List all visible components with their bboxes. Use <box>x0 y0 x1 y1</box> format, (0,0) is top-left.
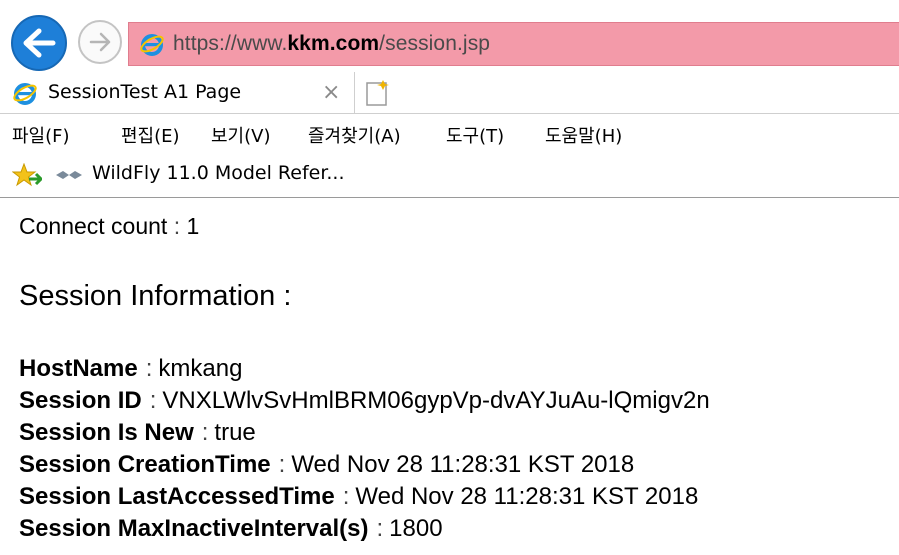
field-label: Session CreationTime <box>19 451 271 478</box>
field-label: Session LastAccessedTime <box>19 483 335 510</box>
field-label: HostName <box>19 355 138 382</box>
favorites-bar: WildFly 11.0 Model Refer... <box>0 152 899 198</box>
back-button[interactable] <box>11 15 67 71</box>
new-tab-icon[interactable] <box>362 78 392 108</box>
info-row-hostname: HostName: kmkang <box>19 355 242 383</box>
wildfly-icon <box>56 171 82 179</box>
tab-strip: SessionTest A1 Page × <box>0 72 899 114</box>
forward-button[interactable] <box>78 20 122 64</box>
field-value: Wed Nov 28 11:28:31 KST 2018 <box>291 451 635 478</box>
menu-help[interactable]: 도움말(H) <box>545 122 622 148</box>
field-value: kmkang <box>158 355 243 382</box>
close-tab-icon[interactable]: × <box>322 80 340 105</box>
field-value: true <box>214 419 256 446</box>
connect-count-value: 1 <box>186 213 200 239</box>
menu-tools[interactable]: 도구(T) <box>446 122 504 148</box>
field-label: Session Is New <box>19 419 194 446</box>
arrow-left-icon <box>23 28 56 58</box>
info-row-last-accessed-time: Session LastAccessedTime: Wed Nov 28 11:2… <box>19 483 698 511</box>
field-separator: : <box>342 483 350 510</box>
field-value: VNXLWlvSvHmlBRM06gypVp-dvAYJuAu-lQmigv2n <box>162 387 710 414</box>
url-domain: kkm.com <box>287 32 380 55</box>
page-heading: Session Information : <box>19 280 292 312</box>
field-value: Wed Nov 28 11:28:31 KST 2018 <box>355 483 699 510</box>
info-row-max-inactive-interval: Session MaxInactiveInterval(s):1800 <box>19 515 443 543</box>
ie-logo-icon <box>13 83 37 105</box>
url-text[interactable]: https://www.kkm.com/session.jsp <box>173 32 490 56</box>
page-content: Connect count : 1 Session Information : … <box>0 200 899 555</box>
connect-count-separator: : <box>173 213 181 239</box>
browser-chrome: https://www.kkm.com/session.jsp SessionT… <box>0 0 899 200</box>
info-row-creation-time: Session CreationTime: Wed Nov 28 11:28:31… <box>19 451 634 479</box>
menu-edit[interactable]: 편집(E) <box>121 122 180 148</box>
info-row-is-new: Session Is New: true <box>19 419 256 447</box>
arrow-right-icon <box>89 32 111 52</box>
field-value: 1800 <box>389 515 443 542</box>
add-favorite-star-icon[interactable] <box>12 163 42 189</box>
address-bar[interactable]: https://www.kkm.com/session.jsp <box>128 22 899 66</box>
address-row: https://www.kkm.com/session.jsp <box>0 0 899 72</box>
url-prefix: https://www. <box>173 32 288 55</box>
url-path: /session.jsp <box>379 32 491 55</box>
field-label: Session ID <box>19 387 142 414</box>
ie-logo-icon <box>140 34 164 56</box>
field-separator: : <box>376 515 384 542</box>
tab-title: SessionTest A1 Page <box>48 81 242 103</box>
menu-bar: 파일(F) 편집(E) 보기(V) 즐겨찾기(A) 도구(T) 도움말(H) <box>0 114 899 152</box>
field-label: Session MaxInactiveInterval(s) <box>19 515 369 542</box>
connect-count: Connect count : 1 <box>19 213 199 240</box>
menu-view[interactable]: 보기(V) <box>211 122 270 148</box>
field-separator: : <box>201 419 209 446</box>
menu-favorites[interactable]: 즐겨찾기(A) <box>308 122 401 148</box>
menu-file[interactable]: 파일(F) <box>12 122 70 148</box>
field-separator: : <box>278 451 286 478</box>
tab-session-test[interactable]: SessionTest A1 Page × <box>0 72 355 114</box>
field-separator: : <box>149 387 157 414</box>
connect-count-label: Connect count <box>19 213 168 239</box>
info-row-session-id: Session ID: VNXLWlvSvHmlBRM06gypVp-dvAYJu… <box>19 387 710 415</box>
favorite-wildfly-link[interactable]: WildFly 11.0 Model Refer... <box>92 162 345 184</box>
field-separator: : <box>145 355 153 382</box>
